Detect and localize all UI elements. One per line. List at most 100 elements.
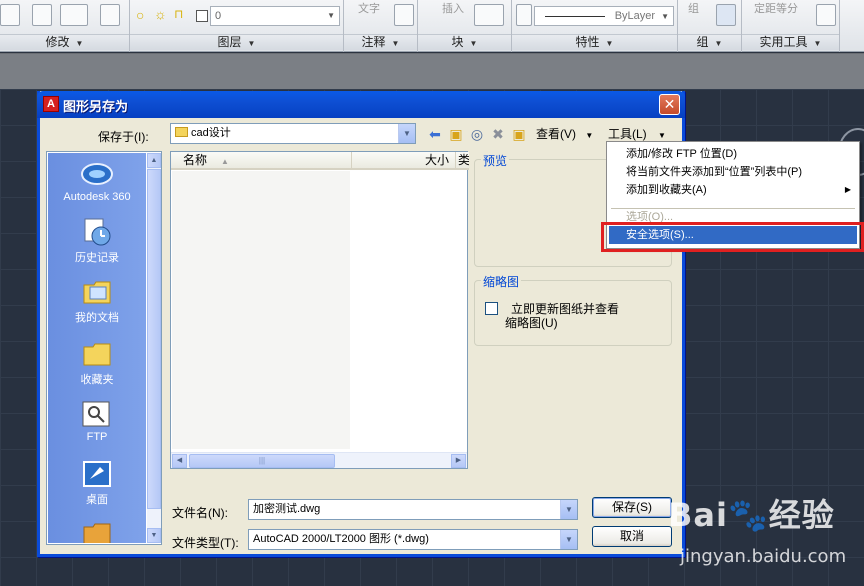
ribbon-panel-title[interactable]: 图层 ▼	[130, 34, 343, 50]
save-in-select[interactable]: cad设计 ▼	[170, 123, 416, 144]
place-history[interactable]: 历史记录	[48, 217, 146, 265]
place-autodesk360[interactable]: Autodesk 360	[48, 159, 146, 203]
folder-icon	[83, 523, 111, 543]
close-button[interactable]: ✕	[659, 94, 680, 115]
desktop-icon	[83, 461, 111, 487]
folder-icon	[83, 343, 111, 366]
ribbon-panel-properties: ByLayer ▼ 特性 ▼	[512, 0, 678, 52]
group-select-icon[interactable]	[716, 4, 736, 26]
layer-color-swatch[interactable]	[196, 10, 208, 22]
save-as-dialog: A 图形另存为 ✕ 保存于(I): cad设计 ▼ ⬅ ▣ ◎ ✖ ▣ 查看(V…	[37, 91, 685, 557]
insert-tool-label[interactable]: 插入	[442, 0, 464, 16]
submenu-arrow-icon: ▶	[844, 185, 851, 194]
file-list-body[interactable]	[172, 171, 350, 449]
save-in-label: 保存于(I):	[98, 130, 149, 144]
text-tool-label[interactable]: 文字	[358, 0, 380, 16]
column-size[interactable]: 大小	[351, 152, 455, 170]
filetype-label: 文件类型(T):	[172, 536, 239, 550]
column-name[interactable]: 名称 ▲	[171, 152, 351, 170]
ribbon-panel-block: 插入 块 ▼	[418, 0, 512, 52]
scroll-thumb[interactable]	[147, 169, 161, 509]
scroll-thumb[interactable]: |||	[189, 454, 335, 468]
dialog-title: 图形另存为	[63, 99, 129, 114]
scroll-up-icon[interactable]: ▲	[147, 153, 161, 168]
search-web-icon[interactable]: ◎	[468, 125, 486, 143]
sun-icon[interactable]: ☼	[154, 6, 167, 22]
documents-icon	[83, 281, 111, 304]
folder-icon	[175, 127, 188, 137]
dialog-titlebar[interactable]: A 图形另存为 ✕	[37, 91, 685, 118]
sort-ascending-icon: ▲	[221, 157, 229, 166]
place-ftp[interactable]: FTP	[48, 399, 146, 443]
scroll-right-icon[interactable]: ▶	[451, 454, 466, 468]
lock-icon[interactable]: ⊓	[174, 7, 183, 21]
preview-label: 预览	[481, 152, 510, 169]
ribbon: 修改 ▼ ○ ☼ ⊓ 0 ▼ 图层 ▼ 文字 注释 ▼ 插入 块 ▼ ByLayer ▼ 特…	[0, 0, 864, 52]
bulb-icon[interactable]: ○	[136, 7, 144, 23]
place-favorites[interactable]: 收藏夹	[48, 339, 146, 387]
autocad-logo-icon: A	[43, 96, 59, 112]
ribbon-panel-title[interactable]: 特性 ▼	[512, 34, 677, 50]
ribbon-panel-title[interactable]: 修改 ▼	[0, 34, 129, 50]
chevron-down-icon[interactable]: ▼	[560, 530, 577, 549]
edit-icon[interactable]	[100, 4, 120, 26]
thumbnail-label: 缩略图	[481, 273, 522, 290]
ribbon-panel-layers: ○ ☼ ⊓ 0 ▼ 图层 ▼	[130, 0, 344, 52]
file-list-hscrollbar[interactable]: ◀ ||| ▶	[171, 452, 467, 468]
linetype-select[interactable]: ByLayer ▼	[534, 6, 674, 26]
chevron-down-icon[interactable]: ▼	[398, 124, 415, 143]
ribbon-panel-title[interactable]: 块 ▼	[418, 34, 511, 50]
watermark-logo: Bai🐾经验	[668, 496, 835, 534]
place-desktop[interactable]: 桌面	[48, 459, 146, 507]
ribbon-panel-title[interactable]: 组 ▼	[678, 34, 741, 50]
clock-icon	[84, 218, 111, 246]
new-folder-icon[interactable]: ▣	[510, 125, 528, 143]
place-documents[interactable]: 我的文档	[48, 277, 146, 325]
table-icon[interactable]	[394, 4, 414, 26]
block-edit-icon[interactable]	[474, 4, 504, 26]
baidu-watermark: Bai🐾经验 jingyan.baidu.com	[668, 490, 864, 582]
cancel-button[interactable]: 取消	[592, 526, 672, 547]
save-button[interactable]: 保存(S)	[592, 497, 672, 518]
filetype-select[interactable]: AutoCAD 2000/LT2000 图形 (*.dwg) ▼	[248, 529, 578, 550]
watermark-url: jingyan.baidu.com	[680, 546, 847, 567]
places-bar: Autodesk 360 历史记录 我的文档 收藏夹 FTP 桌面 ▲ ▼	[46, 151, 162, 545]
layer-select[interactable]: 0 ▼	[210, 6, 340, 26]
ribbon-panel-groups: 组 组 ▼	[678, 0, 742, 52]
ribbon-panel-modify: 修改 ▼	[0, 0, 130, 52]
calculator-icon[interactable]	[816, 4, 836, 26]
filename-input[interactable]: 加密测试.dwg ▼	[248, 499, 578, 520]
filename-label: 文件名(N):	[172, 506, 228, 520]
chevron-down-icon[interactable]: ▼	[560, 500, 577, 519]
ribbon-panel-title[interactable]: 注释 ▼	[344, 34, 417, 50]
menu-item-ftp-locations[interactable]: 添加/修改 FTP 位置(D)	[609, 145, 857, 163]
rect-array-icon[interactable]	[60, 4, 88, 26]
group-tool-label[interactable]: 组	[688, 0, 699, 16]
back-icon[interactable]: ⬅	[426, 125, 444, 143]
up-folder-icon[interactable]: ▣	[447, 125, 465, 143]
places-scrollbar[interactable]: ▲ ▼	[147, 153, 161, 543]
thumbnail-group: 缩略图 立即更新图纸并查看 缩略图(U)	[474, 273, 672, 346]
update-thumbnail-checkbox[interactable]	[485, 302, 498, 315]
match-properties-icon[interactable]	[516, 4, 532, 26]
place-more[interactable]	[48, 519, 146, 543]
ftp-icon	[82, 401, 110, 427]
array-icon[interactable]	[32, 4, 52, 26]
stretch-icon[interactable]	[0, 4, 20, 26]
menu-item-add-to-favorites[interactable]: 添加到收藏夹(A) ▶	[609, 181, 857, 199]
menu-item-add-to-places[interactable]: 将当前文件夹添加到“位置”列表中(P)	[609, 163, 857, 181]
scroll-left-icon[interactable]: ◀	[172, 454, 187, 468]
update-thumbnail-label-2: 缩略图(U)	[505, 316, 558, 330]
scroll-down-icon[interactable]: ▼	[147, 528, 161, 543]
views-menu[interactable]: 查看(V) ▼	[536, 125, 593, 145]
ribbon-panel-utilities: 定距等分 实用工具 ▼	[742, 0, 840, 52]
highlight-annotation-box	[601, 222, 864, 252]
column-type[interactable]: 类	[455, 152, 469, 170]
divide-tool-label[interactable]: 定距等分	[754, 0, 798, 16]
ribbon-panel-annotation: 文字 注释 ▼	[344, 0, 418, 52]
ribbon-panel-title[interactable]: 实用工具 ▼	[742, 34, 839, 50]
cloud-icon	[81, 163, 113, 185]
tab-strip	[0, 53, 864, 89]
file-list[interactable]: 名称 ▲ 大小 类 ◀ ||| ▶	[170, 151, 469, 469]
delete-icon[interactable]: ✖	[489, 125, 507, 143]
